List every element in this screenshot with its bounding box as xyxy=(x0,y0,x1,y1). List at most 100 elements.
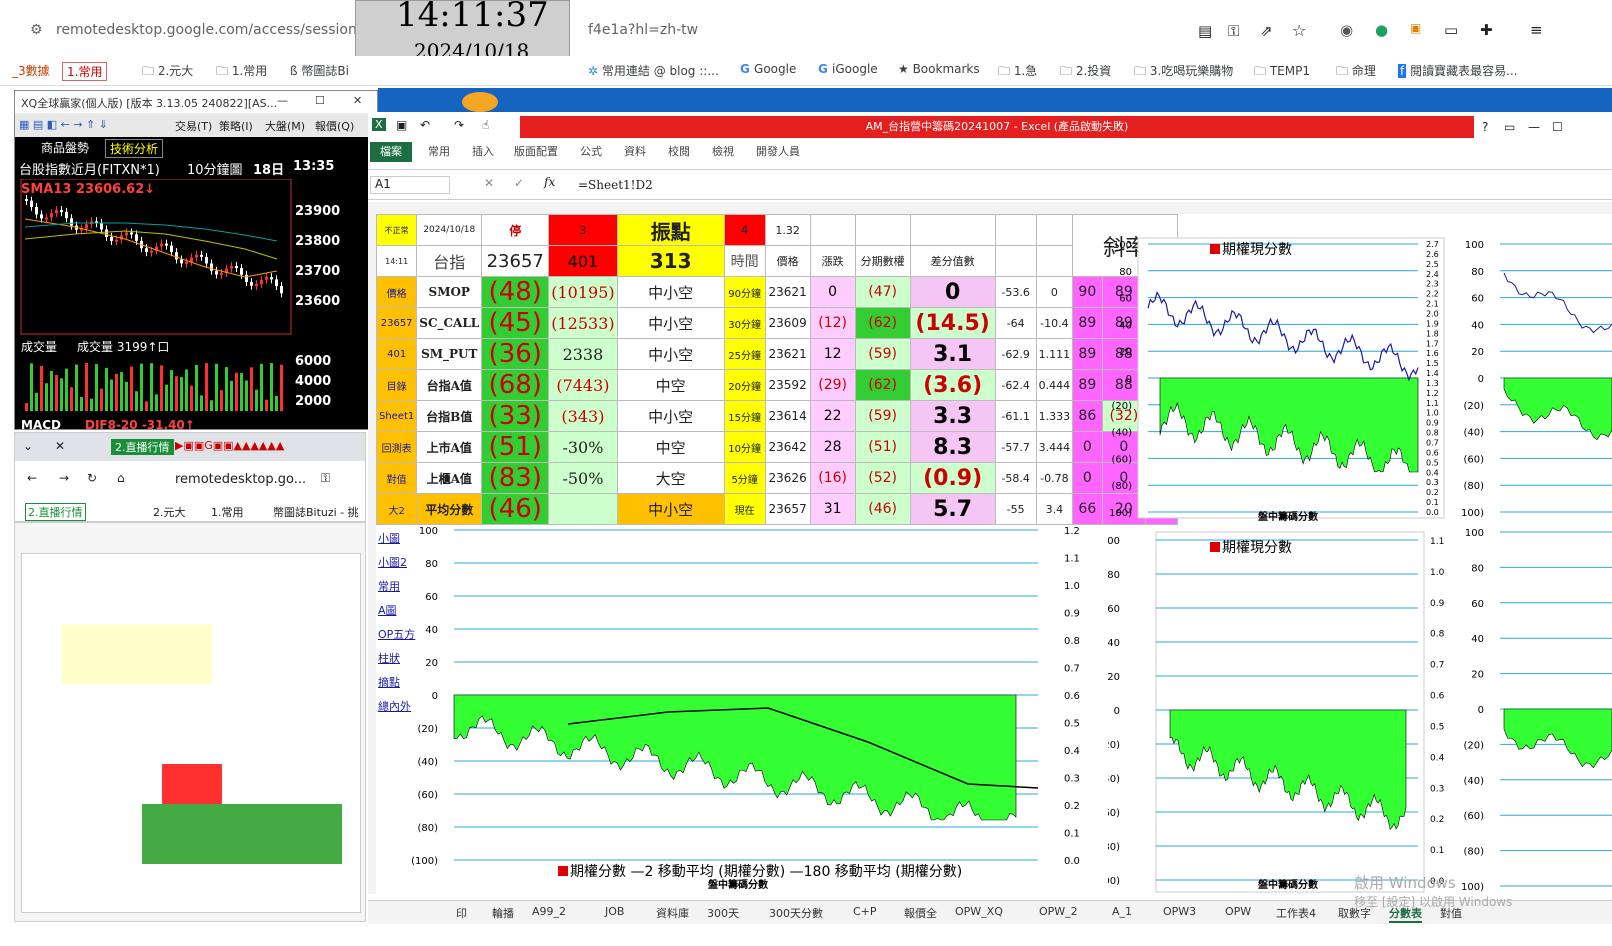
sub-score-cell[interactable]: -50% xyxy=(548,462,618,494)
name-box[interactable]: A1 xyxy=(370,176,450,194)
xq-tab-technical[interactable]: 技術分析 xyxy=(105,139,164,158)
tab-home[interactable]: 常用 xyxy=(422,142,456,162)
score-cell[interactable]: (83) xyxy=(481,462,550,494)
period-cell[interactable]: 90分鐘 xyxy=(723,276,766,308)
change-cell[interactable]: (16) xyxy=(809,462,856,494)
state-cell[interactable]: 中小空 xyxy=(616,493,725,525)
l-cell[interactable]: 3.444 xyxy=(1035,431,1074,463)
name-cell[interactable]: SM_PUT xyxy=(416,338,483,370)
menu-icon[interactable]: ≡ xyxy=(1530,21,1543,39)
name-cell[interactable]: SC_CALL xyxy=(416,307,483,339)
sub-score-cell[interactable]: (12533) xyxy=(548,307,618,339)
function-icon[interactable]: fx xyxy=(544,175,555,189)
period-score-cell[interactable]: (62) xyxy=(854,369,911,401)
side-cell[interactable]: 大2 xyxy=(375,493,418,525)
sheet-tab[interactable]: 資料庫 xyxy=(656,905,689,921)
touch-mode-icon[interactable]: ☝ xyxy=(482,118,489,132)
home-icon[interactable]: ⌂ xyxy=(117,471,125,485)
l-cell[interactable]: 1.333 xyxy=(1035,400,1074,432)
col-price[interactable]: 價格 xyxy=(764,245,811,277)
price-cell[interactable]: 23621 xyxy=(764,276,811,308)
sheet-tab[interactable]: 工作表4 xyxy=(1276,905,1316,921)
price-cell[interactable]: 23609 xyxy=(764,307,811,339)
price-cell[interactable]: 23592 xyxy=(764,369,811,401)
clipboard-icon[interactable]: ▤ xyxy=(1198,22,1212,40)
change-cell[interactable]: (29) xyxy=(809,369,856,401)
puzzle-icon[interactable]: ✚ xyxy=(1480,21,1493,39)
price-cell[interactable]: 23642 xyxy=(764,431,811,463)
xq-menu-trade[interactable]: 交易(T) xyxy=(175,118,212,134)
sheet-link[interactable]: 常用 xyxy=(378,578,400,594)
slope-cell-1[interactable]: 0 xyxy=(1072,462,1103,494)
diff-value-cell[interactable]: 0 xyxy=(909,276,996,308)
slope-cell-1[interactable]: 86 xyxy=(1072,400,1103,432)
cancel-icon[interactable]: ✕ xyxy=(484,176,494,190)
score-cell[interactable]: (48) xyxy=(481,276,550,308)
k-cell[interactable]: -53.6 xyxy=(994,276,1037,308)
stop-cell[interactable]: 停 xyxy=(481,214,550,246)
price-cell[interactable]: 23614 xyxy=(764,400,811,432)
mini-bookmark[interactable]: 2.元大 xyxy=(153,504,186,520)
sheet-link[interactable]: 總內外 xyxy=(378,698,411,714)
url-text-left[interactable]: remotedesktop.google.com/access/session/… xyxy=(56,22,384,38)
period-cell[interactable]: 15分鐘 xyxy=(723,400,766,432)
col-period[interactable]: 分期數權 xyxy=(854,245,911,277)
period-score-cell[interactable]: (46) xyxy=(854,493,911,525)
side-cell[interactable]: 目錄 xyxy=(375,369,418,401)
col-change[interactable]: 漲跌 xyxy=(809,245,856,277)
tab-developer[interactable]: 開發人員 xyxy=(750,142,806,162)
tab-review[interactable]: 校閱 xyxy=(662,142,696,162)
key-icon[interactable]: ⚿ xyxy=(1228,22,1239,40)
diff-value-cell[interactable]: (0.9) xyxy=(909,462,996,494)
period-score-cell[interactable]: (51) xyxy=(854,431,911,463)
state-cell[interactable]: 中空 xyxy=(616,369,725,401)
sheet-tab[interactable]: 輪播 xyxy=(492,905,514,921)
chevron-down-icon[interactable]: ⌄ xyxy=(23,439,33,453)
price-cell[interactable]: 23657 xyxy=(481,245,550,277)
extension-line-icon[interactable]: ◉ xyxy=(1340,21,1353,39)
label-cell[interactable]: 台指 xyxy=(416,245,483,277)
change-cell[interactable]: (12) xyxy=(809,307,856,339)
tab-file[interactable]: 檔案 xyxy=(370,142,412,162)
bookmark-item[interactable]: ß 幣圖誌Bi xyxy=(290,62,349,79)
xq-menu-strategy[interactable]: 策略(I) xyxy=(219,118,253,134)
period-score-cell[interactable]: (52) xyxy=(854,462,911,494)
price-cell[interactable]: 23657 xyxy=(764,493,811,525)
mini-url[interactable]: remotedesktop.go... xyxy=(175,472,306,487)
sub-score-cell[interactable] xyxy=(548,493,618,525)
mini-bookmark[interactable]: 1.常用 xyxy=(211,504,244,520)
score-cell[interactable]: (36) xyxy=(481,338,550,370)
period-cell[interactable]: 現在 xyxy=(723,493,766,525)
bookmark-item[interactable]: ★ Bookmarks xyxy=(898,62,980,76)
period-cell[interactable]: 5分鐘 xyxy=(723,462,766,494)
close-icon[interactable]: ✕ xyxy=(353,94,362,107)
side-cell[interactable]: 價格 xyxy=(375,276,418,308)
tab-data[interactable]: 資料 xyxy=(618,142,652,162)
n3-cell[interactable]: 3 xyxy=(548,214,618,246)
sheet-link[interactable]: A圖 xyxy=(378,602,397,618)
diff-value-cell[interactable]: 3.3 xyxy=(909,400,996,432)
bookmark-item[interactable]: 🗀 2.元大 xyxy=(142,62,193,83)
period-cell[interactable]: 25分鐘 xyxy=(723,338,766,370)
tab-layout[interactable]: 版面配置 xyxy=(508,142,564,162)
key-icon[interactable]: ⚿ xyxy=(321,471,330,486)
side-cell[interactable]: 23657 xyxy=(375,307,418,339)
k-cell[interactable]: -58.4 xyxy=(994,462,1037,494)
bookmark-item[interactable]: 🗀 TEMP1 xyxy=(1254,62,1310,83)
sheet-tab[interactable]: C+P xyxy=(853,905,877,918)
sub-score-cell[interactable]: 2338 xyxy=(548,338,618,370)
sheet-tab[interactable]: OPW3 xyxy=(1163,905,1196,918)
sheet-tab[interactable]: 300天 xyxy=(707,905,739,921)
maximize-icon[interactable]: ☐ xyxy=(1552,120,1563,134)
sheet-tab[interactable]: OPW_2 xyxy=(1039,905,1078,918)
status-cell[interactable]: 不正常 xyxy=(375,214,418,246)
slope-cell-1[interactable]: 0 xyxy=(1072,431,1103,463)
url-text-right[interactable]: f4e1a?hl=zh-tw xyxy=(588,22,698,38)
k-cell[interactable]: -62.4 xyxy=(994,369,1037,401)
bookmark-item[interactable]: 1.常用 xyxy=(62,62,108,81)
sub-score-cell[interactable]: -30% xyxy=(548,431,618,463)
mini-bookmark[interactable]: 2.直播行情 xyxy=(25,503,86,521)
forward-icon[interactable]: → xyxy=(59,471,69,485)
score-cell[interactable]: (33) xyxy=(481,400,550,432)
ratio-cell[interactable]: 1.32 xyxy=(764,214,811,246)
